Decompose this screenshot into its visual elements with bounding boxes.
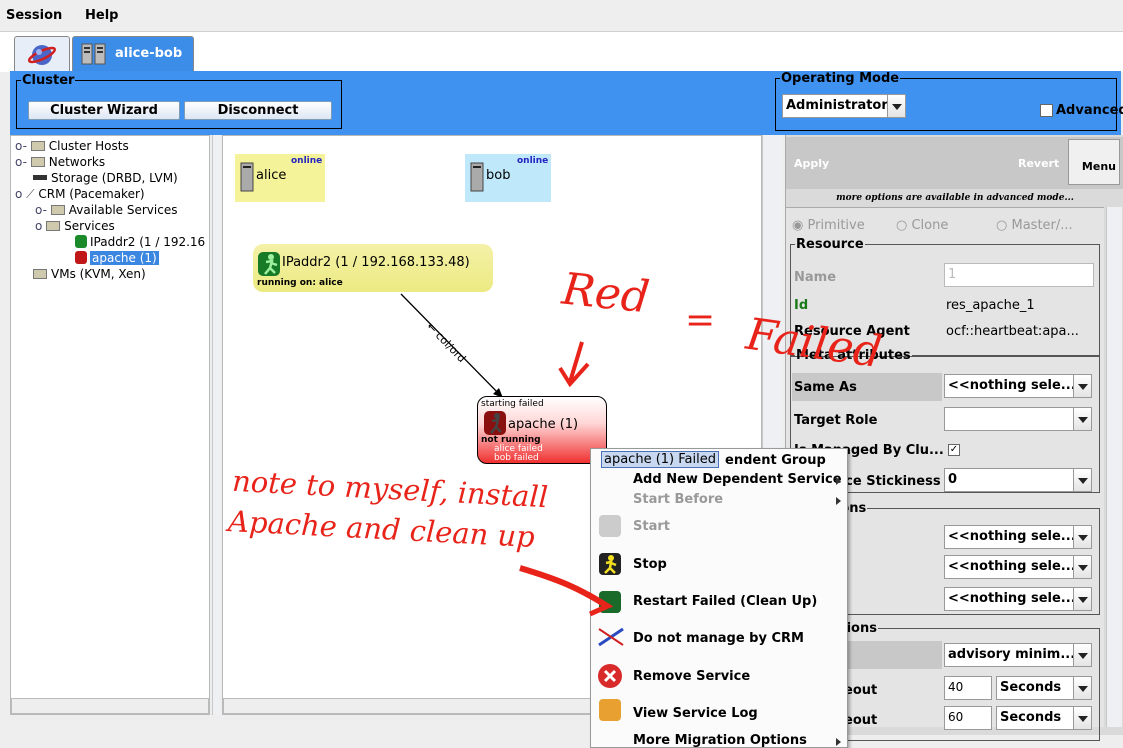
annotation-red: Red [559, 263, 652, 324]
annotation-equals: = [685, 300, 716, 341]
annotation-arrow-down [558, 341, 590, 388]
annotation-strokes [519, 341, 614, 617]
